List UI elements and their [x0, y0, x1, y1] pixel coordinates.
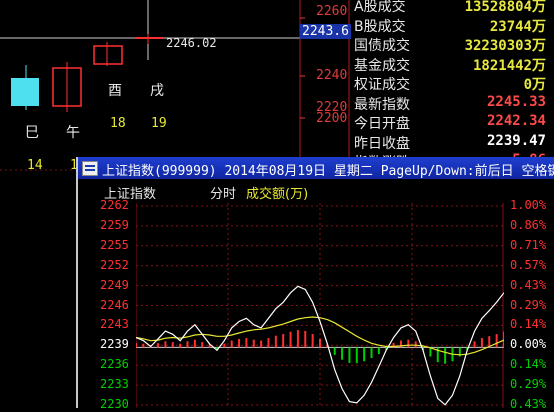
- right-axis-tick: 0.14%: [510, 357, 547, 372]
- candle-body: [11, 78, 39, 106]
- hour-number: 18: [110, 116, 126, 131]
- market-info-panel: A股成交 13528804万 B股成交 23744万 国债成交 32230303万 基金成交…: [350, 0, 554, 171]
- hour-number: 19: [151, 116, 167, 131]
- right-axis-tick: 0.86%: [510, 217, 547, 232]
- info-value: 13528804万: [464, 0, 546, 15]
- right-axis-tick: 0.29%: [510, 297, 547, 312]
- y-tick: 2240: [316, 68, 348, 83]
- info-row: B股成交 23744万: [350, 16, 554, 36]
- left-axis-tick: 2246: [100, 297, 129, 312]
- left-axis-tick: 2252: [100, 257, 129, 272]
- price-marker: 2246.02: [166, 36, 217, 50]
- info-row: 今日开盘 2242.34: [350, 113, 554, 133]
- info-row: 基金成交 1821442万: [350, 55, 554, 75]
- info-label: 最新指数: [354, 96, 410, 113]
- left-axis-tick: 2230: [100, 397, 129, 411]
- intraday-chart: [136, 203, 504, 408]
- info-label: 基金成交: [354, 57, 410, 74]
- info-value: 32230303万: [464, 38, 546, 54]
- hour-label: 戌: [150, 83, 164, 99]
- hour-label: 酉: [108, 83, 122, 99]
- info-row: A股成交 13528804万: [350, 0, 554, 16]
- left-axis-tick: 2255: [100, 237, 129, 252]
- info-value: 0万: [523, 77, 546, 93]
- info-value: 2245.33: [486, 93, 546, 110]
- info-value: 23744万: [489, 18, 546, 35]
- right-axis-tick: 1.00%: [510, 198, 547, 212]
- intraday-window[interactable]: 上证指数(999999) 2014年08月19日 星期二 PageUp/Down…: [76, 157, 554, 411]
- left-axis-tick: 2233: [100, 377, 129, 392]
- right-axis-tick: 0.29%: [510, 377, 547, 392]
- right-axis-tick: 0.00%: [510, 337, 547, 352]
- right-axis-tick: 0.43%: [510, 277, 547, 292]
- info-row: 权证成交 0万: [350, 74, 554, 94]
- left-axis-tick: 2239: [100, 337, 129, 352]
- info-label: 昨日收盘: [354, 135, 410, 152]
- window-title: 上证指数(999999) 2014年08月19日 星期二 PageUp/Down…: [102, 164, 554, 179]
- info-value: 2239.47: [486, 132, 546, 149]
- window-titlebar[interactable]: 上证指数(999999) 2014年08月19日 星期二 PageUp/Down…: [78, 157, 554, 179]
- bottom-label: 午: [66, 125, 80, 141]
- info-row: 国债成交 32230303万: [350, 35, 554, 55]
- info-value: 1821442万: [472, 57, 546, 74]
- candle-body: [93, 45, 123, 65]
- left-axis-tick: 2243: [100, 317, 129, 332]
- info-label: 今日开盘: [354, 116, 410, 132]
- window-icon: [82, 161, 98, 176]
- left-axis-tick: 2249: [100, 277, 129, 292]
- right-axis-tick: 0.14%: [510, 317, 547, 332]
- highlight-price-label: 2243.6: [300, 24, 351, 39]
- left-axis-tick: 2236: [100, 357, 129, 372]
- right-axis-tick: 0.57%: [510, 257, 547, 272]
- bottom-number: 14: [27, 158, 43, 173]
- left-axis-tick: 2259: [100, 217, 129, 232]
- info-label: 国债成交: [354, 38, 410, 54]
- info-row: 昨日收盘 2239.47: [350, 133, 554, 153]
- info-value: 2242.34: [486, 113, 546, 129]
- left-axis-tick: 2262: [100, 198, 129, 212]
- right-axis-tick: 0.71%: [510, 237, 547, 252]
- info-row: 最新指数 2245.33: [350, 94, 554, 114]
- right-axis-tick: 0.43%: [510, 397, 547, 411]
- y-tick: 2200: [316, 111, 348, 126]
- y-tick: 2260: [316, 4, 348, 19]
- info-label: A股成交: [354, 0, 406, 15]
- metric-label: 成交额(万): [246, 187, 309, 202]
- bottom-label: 巳: [25, 125, 39, 141]
- info-label: 权证成交: [354, 77, 410, 93]
- mode-label: 分时: [210, 187, 237, 202]
- info-label: B股成交: [354, 18, 406, 35]
